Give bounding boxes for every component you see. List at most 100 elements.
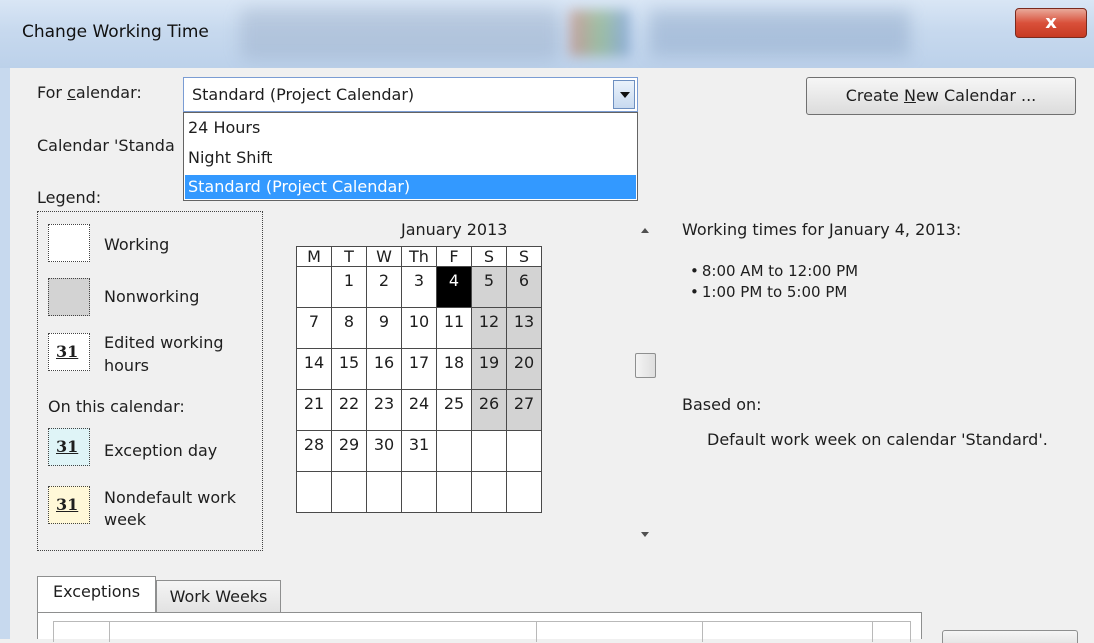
day-cell[interactable] xyxy=(296,471,332,513)
day-cell-selected[interactable]: 4 xyxy=(436,266,472,308)
day-number: 27 xyxy=(513,394,535,413)
day-cell[interactable]: 13 xyxy=(506,307,542,349)
day-cell[interactable] xyxy=(331,471,367,513)
day-number: 11 xyxy=(443,312,465,331)
day-cell[interactable]: 21 xyxy=(296,389,332,431)
day-cell[interactable]: 8 xyxy=(331,307,367,349)
day-number: 9 xyxy=(378,312,390,331)
day-cell[interactable]: 31 xyxy=(401,430,437,472)
day-header: W xyxy=(366,246,402,267)
day-cell[interactable]: 22 xyxy=(331,389,367,431)
day-cell[interactable]: 30 xyxy=(366,430,402,472)
tab-panel xyxy=(37,612,922,642)
day-number xyxy=(437,431,471,435)
day-number: 16 xyxy=(373,353,395,372)
day-cell[interactable] xyxy=(436,471,472,513)
day-number: 24 xyxy=(408,394,430,413)
day-number: 13 xyxy=(513,312,535,331)
dropdown-option-standard[interactable]: Standard (Project Calendar) xyxy=(185,175,636,199)
day-cell[interactable]: 6 xyxy=(506,266,542,308)
working-time-range: 1:00 PM to 5:00 PM xyxy=(690,283,858,304)
day-cell[interactable]: 27 xyxy=(506,389,542,431)
day-cell[interactable]: 24 xyxy=(401,389,437,431)
tab-exceptions[interactable]: Exceptions xyxy=(37,576,156,613)
day-cell[interactable] xyxy=(471,430,507,472)
scroll-up-icon[interactable] xyxy=(641,228,649,233)
day-cell[interactable]: 12 xyxy=(471,307,507,349)
grid-column-divider xyxy=(872,622,873,642)
scroll-down-icon[interactable] xyxy=(641,532,649,537)
day-number: 8 xyxy=(343,312,355,331)
day-cell[interactable]: 1 xyxy=(331,266,367,308)
nonworking-swatch xyxy=(48,278,90,316)
day-cell[interactable]: 23 xyxy=(366,389,402,431)
week-row: 1 2 3 4 5 6 xyxy=(296,266,542,308)
close-button[interactable]: x xyxy=(1015,8,1087,38)
day-cell[interactable]: 16 xyxy=(366,348,402,390)
day-cell[interactable]: 29 xyxy=(331,430,367,472)
day-number: 25 xyxy=(443,394,465,413)
window-title: Change Working Time xyxy=(22,22,209,42)
legend-nonworking-label: Nonworking xyxy=(104,287,200,306)
grid-column-divider xyxy=(536,622,537,642)
for-calendar-label: For calendar: xyxy=(37,83,142,102)
scroll-thumb[interactable] xyxy=(635,353,656,378)
swatch-number: 31 xyxy=(56,495,79,514)
day-cell[interactable] xyxy=(296,266,332,308)
button-label-part: Create xyxy=(845,86,904,105)
day-cell[interactable]: 15 xyxy=(331,348,367,390)
label-part: For xyxy=(37,83,68,102)
day-number: 26 xyxy=(478,394,500,413)
day-cell[interactable] xyxy=(401,471,437,513)
dropdown-option-24-hours[interactable]: 24 Hours xyxy=(185,116,636,140)
working-time-range: 8:00 AM to 12:00 PM xyxy=(690,262,858,283)
dropdown-option-night-shift[interactable]: Night Shift xyxy=(185,146,636,170)
day-number: 4 xyxy=(448,271,460,290)
day-cell[interactable]: 7 xyxy=(296,307,332,349)
day-cell[interactable]: 9 xyxy=(366,307,402,349)
day-cell[interactable]: 3 xyxy=(401,266,437,308)
day-number: 19 xyxy=(478,353,500,372)
month-calendar: M T W Th F S S 1 2 3 4 5 6 7 8 9 10 11 1… xyxy=(296,246,542,513)
day-number: 12 xyxy=(478,312,500,331)
close-icon: x xyxy=(1045,12,1057,33)
window-frame xyxy=(0,68,10,639)
tab-work-weeks[interactable]: Work Weeks xyxy=(156,580,281,612)
swatch-number: 31 xyxy=(56,342,79,361)
day-cell[interactable]: 5 xyxy=(471,266,507,308)
calendar-note: Calendar 'Standa xyxy=(37,136,175,155)
day-number: 2 xyxy=(378,271,390,290)
day-cell[interactable] xyxy=(436,430,472,472)
based-on-label: Based on: xyxy=(682,395,762,414)
day-cell[interactable]: 20 xyxy=(506,348,542,390)
day-number xyxy=(297,267,331,271)
day-cell[interactable]: 28 xyxy=(296,430,332,472)
working-times-heading: Working times for January 4, 2013: xyxy=(682,220,962,239)
chevron-down-icon[interactable] xyxy=(613,80,635,109)
day-cell[interactable]: 18 xyxy=(436,348,472,390)
day-cell[interactable]: 25 xyxy=(436,389,472,431)
label-accesskey: c xyxy=(67,83,76,102)
day-cell[interactable]: 11 xyxy=(436,307,472,349)
week-row: 7 8 9 10 11 12 13 xyxy=(296,307,542,349)
day-cell[interactable] xyxy=(506,471,542,513)
calendar-select[interactable]: Standard (Project Calendar) xyxy=(183,77,638,112)
details-button[interactable] xyxy=(942,630,1078,643)
day-number: 29 xyxy=(338,435,360,454)
day-cell[interactable]: 17 xyxy=(401,348,437,390)
create-new-calendar-button[interactable]: Create New Calendar ... xyxy=(806,77,1076,115)
day-cell[interactable]: 26 xyxy=(471,389,507,431)
day-cell[interactable] xyxy=(366,471,402,513)
day-cell[interactable] xyxy=(471,471,507,513)
day-cell[interactable]: 2 xyxy=(366,266,402,308)
day-number: 21 xyxy=(303,394,325,413)
day-cell[interactable]: 14 xyxy=(296,348,332,390)
calendar-scrollbar[interactable] xyxy=(632,218,660,548)
day-number: 17 xyxy=(408,353,430,372)
day-cell[interactable]: 19 xyxy=(471,348,507,390)
day-cell[interactable] xyxy=(506,430,542,472)
day-number: 10 xyxy=(408,312,430,331)
day-number xyxy=(297,472,331,476)
day-cell[interactable]: 10 xyxy=(401,307,437,349)
day-header: S xyxy=(506,246,542,267)
